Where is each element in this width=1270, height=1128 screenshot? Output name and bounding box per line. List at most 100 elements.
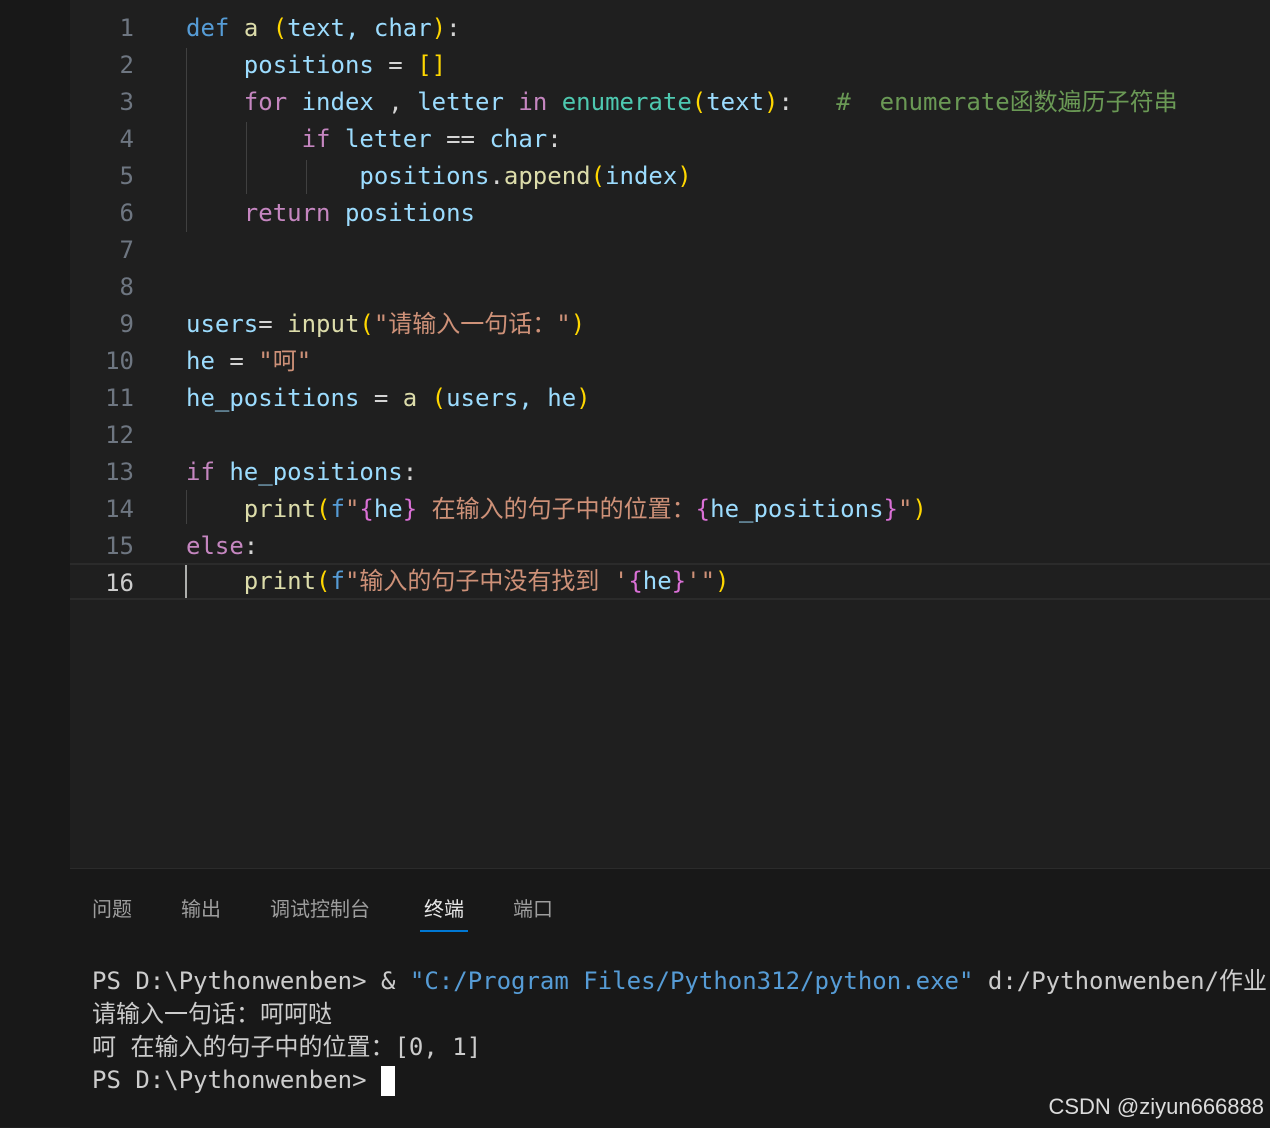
- variable: letter: [344, 125, 432, 153]
- code-editor[interactable]: 1 def a (text, char): 2 positions = [] 3…: [70, 0, 1270, 868]
- terminal-prompt: PS D:\Pythonwenben>: [92, 1066, 381, 1094]
- paren: (: [316, 567, 331, 595]
- panel-tabs: 问题 输出 调试控制台 终端 端口: [70, 869, 1270, 941]
- paren: (: [272, 14, 288, 42]
- argument: text: [706, 88, 765, 116]
- tab-ports[interactable]: 端口: [513, 893, 553, 922]
- variable: index: [301, 88, 374, 116]
- line-number: 12: [105, 421, 134, 449]
- paren: ): [431, 14, 447, 42]
- tab-output[interactable]: 输出: [181, 893, 221, 922]
- keyword: return: [243, 199, 331, 227]
- variable: he: [186, 347, 215, 375]
- function-name: a: [243, 14, 259, 42]
- separator: ,: [373, 88, 418, 116]
- terminal-line: PS D:\Pythonwenben> & "C:/Program Files/…: [92, 965, 1267, 998]
- line-number: 14: [105, 495, 134, 523]
- line-number: 11: [105, 384, 134, 412]
- activity-bar: [0, 0, 70, 1127]
- string: '": [686, 567, 716, 595]
- tab-terminal[interactable]: 终端: [420, 893, 468, 932]
- code-line[interactable]: 13 if he_positions:: [70, 454, 1270, 491]
- brace: }: [671, 567, 687, 595]
- operator: =: [373, 51, 418, 79]
- colon: :: [243, 532, 259, 560]
- variable: positions: [344, 199, 475, 227]
- operator: =: [258, 310, 288, 338]
- variable: positions: [359, 162, 490, 190]
- paren: (: [691, 88, 707, 116]
- keyword: if: [301, 125, 331, 153]
- variable: he_positions: [710, 495, 884, 523]
- code-line-active[interactable]: 16 print(f"输入的句子中没有找到 '{he}'"): [70, 563, 1270, 600]
- code-line[interactable]: 11 he_positions = a (users, he): [70, 380, 1270, 417]
- line-number: 16: [105, 569, 134, 597]
- code-line[interactable]: 9 users= input("请输入一句话："): [70, 306, 1270, 343]
- dot: .: [489, 162, 504, 190]
- string: "输入的句子中没有找到 ': [344, 567, 629, 595]
- variable: char: [489, 125, 548, 153]
- params: text, char: [287, 14, 432, 42]
- code-line[interactable]: 2 positions = []: [70, 47, 1270, 84]
- code-line[interactable]: 8: [70, 269, 1270, 306]
- variable: he_positions: [229, 458, 403, 486]
- line-number: 15: [105, 532, 134, 560]
- variable: he_positions: [186, 384, 360, 412]
- code-line[interactable]: 5 positions.append(index): [70, 158, 1270, 195]
- code-line[interactable]: 4 if letter == char:: [70, 121, 1270, 158]
- paren: (: [590, 162, 606, 190]
- operator: ==: [431, 125, 490, 153]
- variable: positions: [243, 51, 374, 79]
- paren: (: [431, 384, 447, 412]
- line-number: 2: [119, 51, 134, 79]
- code-line[interactable]: 14 print(f"{he} 在输入的句子中的位置：{he_positions…: [70, 491, 1270, 528]
- line-number: 6: [119, 199, 134, 227]
- string: ": [897, 495, 913, 523]
- terminal-output[interactable]: PS D:\Pythonwenben> & "C:/Program Files/…: [92, 965, 1267, 1097]
- keyword: for: [243, 88, 288, 116]
- brackets: []: [417, 51, 447, 79]
- code-line[interactable]: 1 def a (text, char):: [70, 10, 1270, 47]
- code-line[interactable]: 6 return positions: [70, 195, 1270, 232]
- paren: ): [912, 495, 927, 523]
- colon: :: [778, 88, 793, 116]
- builtin-function: enumerate: [561, 88, 692, 116]
- line-number: 8: [119, 273, 134, 301]
- arguments: users, he: [446, 384, 577, 412]
- keyword: if: [186, 458, 215, 486]
- code-line[interactable]: 3 for index , letter in enumerate(text):…: [70, 84, 1270, 121]
- function-call: print: [243, 495, 317, 523]
- keyword: def: [186, 14, 230, 42]
- keyword: in: [518, 88, 548, 116]
- comment: # enumerate函数遍历子符串: [836, 88, 1178, 116]
- string: ": [344, 495, 360, 523]
- code-line[interactable]: 15 else:: [70, 528, 1270, 565]
- tab-problems[interactable]: 问题: [92, 893, 132, 922]
- code-line[interactable]: 12: [70, 417, 1270, 454]
- paren: ): [715, 567, 730, 595]
- line-number: 13: [105, 458, 134, 486]
- code-line[interactable]: 10 he = "呵": [70, 343, 1270, 380]
- variable: he: [642, 567, 672, 595]
- paren: ): [570, 310, 586, 338]
- function-call: a: [402, 384, 418, 412]
- variable: he: [373, 495, 403, 523]
- colon: :: [402, 458, 418, 486]
- paren: ): [576, 384, 591, 412]
- colon: :: [446, 14, 461, 42]
- method-name: append: [503, 162, 591, 190]
- brace: }: [402, 495, 418, 523]
- colon: :: [547, 125, 562, 153]
- argument: index: [605, 162, 678, 190]
- line-number: 3: [119, 88, 134, 116]
- brace: }: [883, 495, 898, 523]
- string: "呵": [258, 347, 312, 375]
- paren: (: [359, 310, 374, 338]
- line-number: 10: [105, 347, 134, 375]
- code-line[interactable]: 7: [70, 232, 1270, 269]
- terminal-line: 呵 在输入的句子中的位置：[0, 1]: [92, 1033, 482, 1061]
- function-call: print: [243, 567, 317, 595]
- string: "请输入一句话：": [373, 310, 571, 338]
- line-number: 5: [119, 162, 134, 190]
- tab-debug-console[interactable]: 调试控制台: [270, 893, 370, 922]
